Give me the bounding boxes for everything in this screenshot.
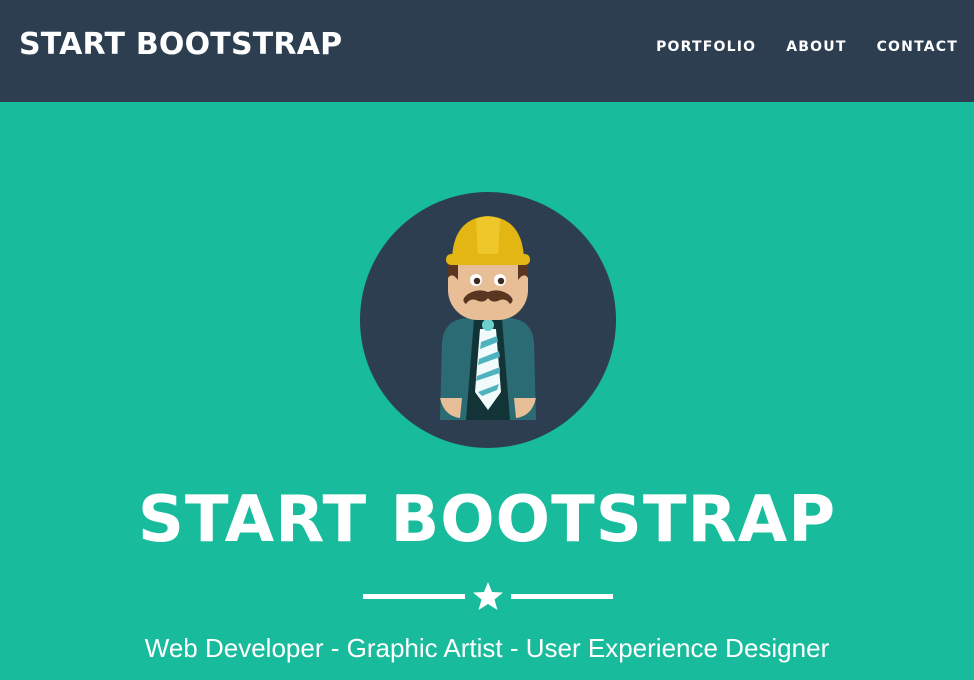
brand-link[interactable]: START BOOTSTRAP bbox=[19, 27, 342, 62]
hero-subtitle: Web Developer - Graphic Artist - User Ex… bbox=[144, 633, 830, 663]
nav-link-portfolio[interactable]: PORTFOLIO bbox=[656, 39, 756, 55]
nav-link-about[interactable]: ABOUT bbox=[786, 39, 846, 55]
hero-section: START BOOTSTRAP Web Developer - Graphic … bbox=[0, 102, 974, 680]
hero-title: START BOOTSTRAP bbox=[137, 483, 837, 557]
star-divider bbox=[363, 582, 613, 610]
nav-link-contact[interactable]: CONTACT bbox=[877, 39, 958, 55]
nav-links: PORTFOLIO ABOUT CONTACT bbox=[626, 39, 958, 55]
divider-line-right bbox=[511, 594, 613, 599]
divider-line-left bbox=[363, 594, 465, 599]
construction-worker-avatar-icon bbox=[360, 192, 616, 448]
top-navbar: START BOOTSTRAP PORTFOLIO ABOUT CONTACT bbox=[0, 0, 974, 102]
star-icon bbox=[473, 582, 503, 610]
